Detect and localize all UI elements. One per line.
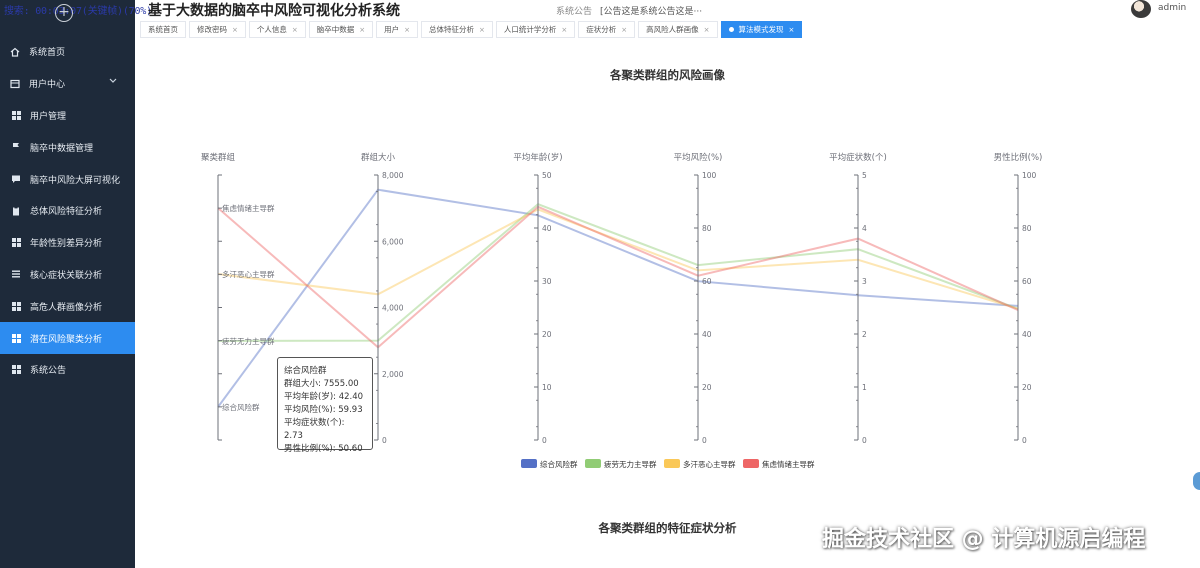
tick-label: 4,000 xyxy=(382,304,404,313)
legend-swatch[interactable] xyxy=(521,459,537,468)
category-label: 综合风险群 xyxy=(222,402,260,412)
tick-label: 3 xyxy=(862,277,867,286)
tick-label: 80 xyxy=(1022,224,1032,233)
tick-label: 20 xyxy=(542,330,552,339)
tooltip-title: 综合风险群 xyxy=(284,366,327,376)
tick-label: 5 xyxy=(862,171,867,180)
tick-label: 40 xyxy=(1022,330,1032,339)
tick-label: 6,000 xyxy=(382,237,404,246)
axis-name: 群组大小 xyxy=(361,152,396,163)
tick-label: 2 xyxy=(862,330,867,339)
tick-label: 60 xyxy=(1022,277,1032,286)
parallel-chart[interactable]: 聚类群组综合风险群疲劳无力主导群多汗恶心主导群焦虑情绪主导群群组大小02,000… xyxy=(0,0,1200,568)
axis-name: 聚类群组 xyxy=(201,152,236,163)
tooltip-line: 平均症状数(个): 2.73 xyxy=(284,418,345,441)
axis-name: 平均年龄(岁) xyxy=(513,152,562,163)
tick-label: 0 xyxy=(382,436,387,445)
tick-label: 100 xyxy=(1022,171,1037,180)
tick-label: 40 xyxy=(542,224,552,233)
legend-swatch[interactable] xyxy=(664,459,680,468)
category-label: 多汗恶心主导群 xyxy=(222,269,275,279)
tick-label: 10 xyxy=(542,383,552,392)
tick-label: 2,000 xyxy=(382,370,404,379)
axis-name: 男性比例(%) xyxy=(994,152,1043,163)
tick-label: 40 xyxy=(702,330,712,339)
chart-tooltip: 综合风险群 群组大小: 7555.00 平均年龄(岁): 42.40 平均风险(… xyxy=(277,357,373,454)
tooltip-line: 平均年龄(岁): 42.40 xyxy=(284,392,364,402)
tick-label: 0 xyxy=(702,436,707,445)
legend-label[interactable]: 综合风险群 xyxy=(540,459,578,469)
tick-label: 0 xyxy=(542,436,547,445)
tooltip-line: 群组大小: 7555.00 xyxy=(284,379,359,389)
category-label: 疲劳无力主导群 xyxy=(222,336,275,346)
app-root: 系统首页 用户中心 用户管理 脑卒中数据管理 脑卒中风险大屏可视化 总体风险特征… xyxy=(0,0,1200,568)
tick-label: 0 xyxy=(862,436,867,445)
tick-label: 60 xyxy=(702,277,712,286)
tick-label: 4 xyxy=(862,224,867,233)
series-line[interactable] xyxy=(217,205,1019,349)
tick-label: 1 xyxy=(862,383,867,392)
tick-label: 30 xyxy=(542,277,552,286)
tooltip-line: 男性比例(%): 50.60 xyxy=(284,444,363,454)
tick-label: 20 xyxy=(1022,383,1032,392)
legend-label[interactable]: 疲劳无力主导群 xyxy=(604,459,657,469)
tick-label: 100 xyxy=(702,171,717,180)
tick-label: 0 xyxy=(1022,436,1027,445)
category-label: 焦虑情绪主导群 xyxy=(222,203,275,213)
axis-name: 平均症状数(个) xyxy=(829,152,887,163)
tick-label: 8,000 xyxy=(382,171,404,180)
legend-swatch[interactable] xyxy=(743,459,759,468)
series-line[interactable] xyxy=(217,208,1019,310)
tick-label: 50 xyxy=(542,171,552,180)
tick-label: 80 xyxy=(702,224,712,233)
legend-label[interactable]: 焦虑情绪主导群 xyxy=(762,459,815,469)
legend-swatch[interactable] xyxy=(585,459,601,468)
floating-button[interactable] xyxy=(1193,472,1200,490)
tooltip-line: 平均风险(%): 59.93 xyxy=(284,405,363,415)
axis-name: 平均风险(%) xyxy=(674,152,723,163)
watermark: 掘金技术社区 @ 计算机源启编程 xyxy=(822,527,1146,552)
tick-label: 20 xyxy=(702,383,712,392)
legend-label[interactable]: 多汗恶心主导群 xyxy=(683,459,736,469)
